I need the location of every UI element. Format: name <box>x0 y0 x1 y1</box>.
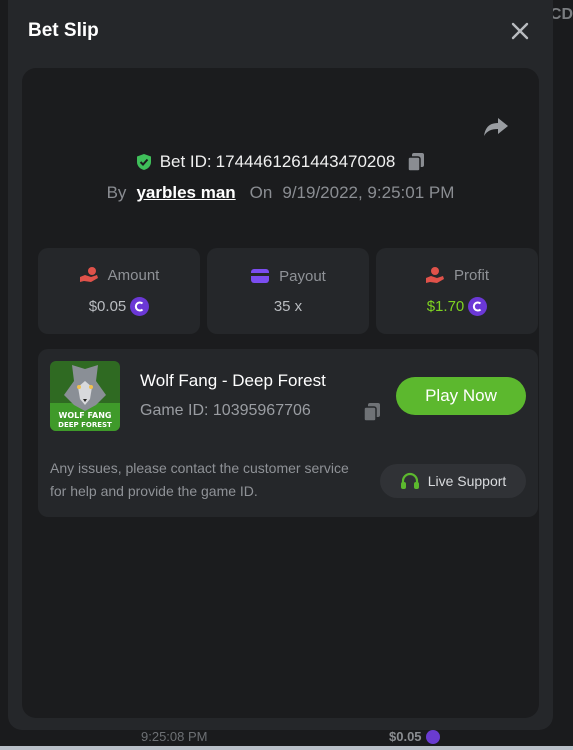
thumb-title-line1: WOLF FANG <box>59 411 112 420</box>
headset-icon <box>400 472 419 489</box>
stat-payout: Payout 35 x <box>207 248 369 334</box>
game-name: Wolf Fang - Deep Forest <box>140 371 326 390</box>
stat-label: Payout <box>279 267 326 285</box>
coin-icon <box>130 297 150 316</box>
background-row-time: 9:25:08 PM <box>141 729 208 744</box>
play-now-button[interactable]: Play Now <box>396 377 526 415</box>
bet-stats: Amount $0.05 Payout 35 x Profit $1.70 <box>38 248 538 334</box>
stat-profit: Profit $1.70 <box>376 248 538 334</box>
modal-title: Bet Slip <box>28 20 99 41</box>
by-label: By <box>106 183 127 202</box>
coin-icon <box>468 297 488 316</box>
background-row-amount: $0.05 <box>389 729 440 744</box>
background-strip <box>0 746 573 750</box>
stat-value: $0.05 <box>88 298 127 315</box>
copy-icon[interactable] <box>407 152 425 172</box>
bet-id-row: Bet ID: 1744461261443470208 <box>22 152 539 172</box>
game-card: WOLF FANG DEEP FOREST Wolf Fang - Deep F… <box>38 349 538 517</box>
stat-label: Amount <box>107 266 160 284</box>
share-icon[interactable] <box>483 116 509 138</box>
background-header-text: CD <box>549 6 573 23</box>
game-id: Game ID: 10395967706 <box>140 402 311 419</box>
support-message: Any issues, please contact the customer … <box>50 460 349 499</box>
hand-coins-icon <box>79 267 98 282</box>
hand-profit-icon <box>425 267 444 283</box>
thumb-title-line2: DEEP FOREST <box>58 421 112 429</box>
card-icon <box>251 269 270 283</box>
bet-meta-row: By yarbles man On 9/19/2022, 9:25:01 PM <box>22 183 539 203</box>
coin-icon <box>425 729 440 744</box>
stat-value: $1.70 <box>426 298 465 315</box>
stat-amount: Amount $0.05 <box>38 248 200 334</box>
on-label: On <box>249 183 273 202</box>
copy-icon[interactable] <box>363 402 381 422</box>
background-amount-value: $0.05 <box>389 729 422 744</box>
bet-datetime: 9/19/2022, 9:25:01 PM <box>282 183 455 202</box>
username-link[interactable]: yarbles man <box>136 183 235 203</box>
game-thumbnail[interactable]: WOLF FANG DEEP FOREST <box>50 361 120 431</box>
live-support-button[interactable]: Live Support <box>380 464 526 498</box>
bet-id-value: 1744461261443470208 <box>215 152 396 171</box>
close-icon[interactable] <box>511 22 529 40</box>
bet-details-panel: Bet ID: 1744461261443470208 By yarbles m… <box>22 68 539 718</box>
shield-check-icon <box>136 154 151 170</box>
bet-id-label: Bet ID: <box>159 152 212 171</box>
bet-slip-modal: Bet Slip Bet ID: 1744461261443470208 By … <box>8 0 553 730</box>
live-support-label: Live Support <box>427 473 507 489</box>
stat-value: 35 x <box>273 297 303 315</box>
stat-label: Profit <box>453 266 489 284</box>
